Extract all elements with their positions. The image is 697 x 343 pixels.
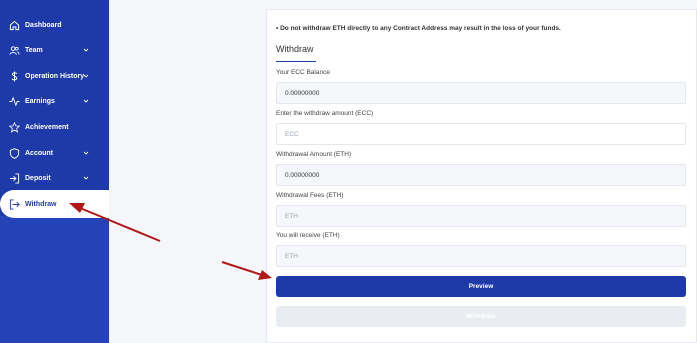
arrow-to-preview-button: [221, 261, 272, 280]
annotation-arrows: [69, 203, 272, 280]
arrow-to-withdraw-menu: [69, 203, 161, 242]
